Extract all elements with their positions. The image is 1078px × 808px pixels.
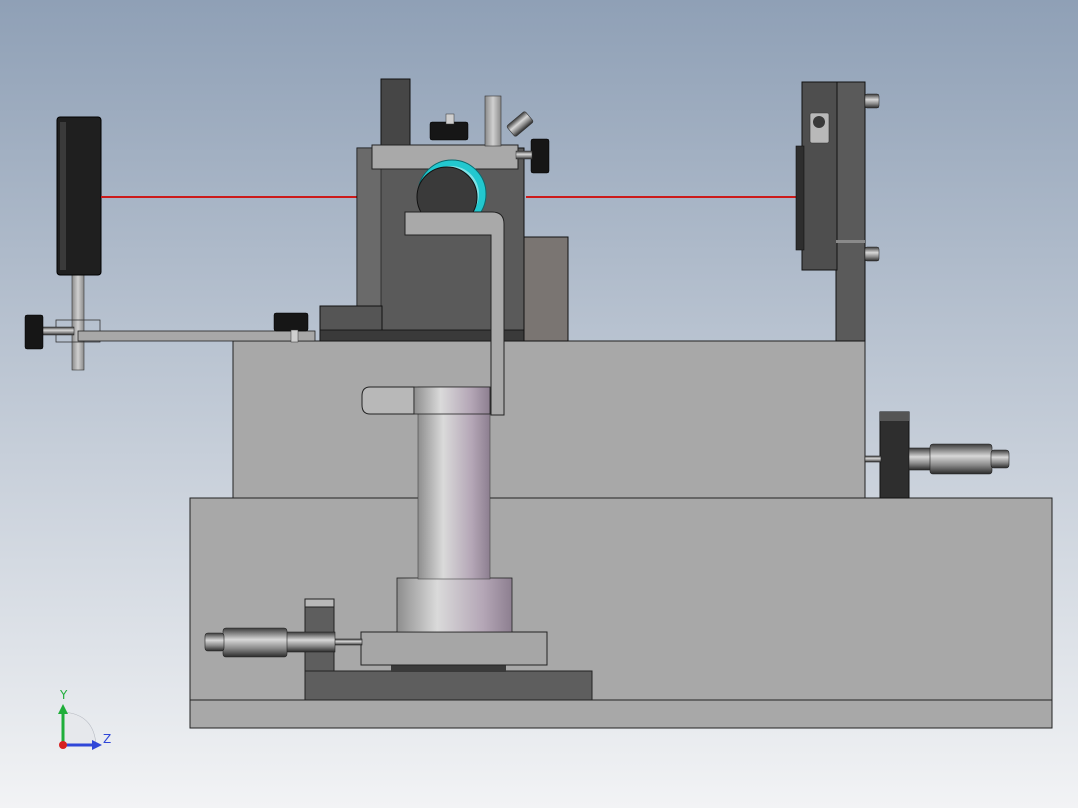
side-micrometer-bracket [879, 411, 910, 499]
target-divider [836, 240, 865, 243]
cad-viewport[interactable]: Y Z [0, 0, 1078, 808]
cylinder-post[interactable] [417, 386, 491, 580]
bottom-micrometer-sleeve [285, 631, 336, 653]
holder-side-plate [356, 147, 382, 309]
bottom-micrometer-ratchet [204, 632, 225, 652]
post-clamp-ring [413, 386, 491, 415]
bottom-stage-plate[interactable] [304, 670, 593, 701]
top-knob-left-shaft [445, 113, 455, 125]
arm-knob-right-shaft [290, 329, 299, 343]
target-cap-screw-head [813, 116, 825, 128]
post-clamp[interactable] [361, 386, 415, 415]
target-plate-face [795, 145, 805, 251]
bottom-stage-upright-cap [304, 598, 335, 608]
triad-z-label: Z [103, 732, 112, 746]
arm-screw-left-shaft [41, 326, 75, 336]
top-knob-left[interactable] [429, 121, 469, 141]
holder-back-tower [380, 78, 411, 150]
cylinder-post-base [396, 577, 513, 633]
arm-knob-right[interactable] [273, 312, 309, 332]
gauge-stem [71, 274, 85, 371]
side-knob-top[interactable] [530, 138, 550, 174]
target-pin-top [864, 93, 880, 109]
target-pin-bottom [864, 246, 880, 262]
side-micrometer-bracket-cap [880, 412, 909, 421]
side-micrometer-spindle [864, 455, 882, 463]
model-view[interactable] [0, 0, 1078, 808]
triad-y-label: Y [60, 688, 68, 702]
target-plate[interactable] [801, 81, 838, 271]
side-micrometer-sleeve [908, 447, 932, 471]
bottom-micrometer-spindle [333, 638, 363, 646]
triad-x-axis-dot [59, 741, 67, 749]
side-micrometer-ratchet [990, 449, 1010, 469]
bottom-micrometer-thimble [222, 627, 288, 658]
dial-gauge-highlight [60, 122, 66, 270]
bottom-stage-carriage[interactable] [360, 631, 548, 666]
horizontal-arm [77, 330, 316, 342]
target-post [835, 81, 866, 342]
upper-block[interactable] [232, 340, 866, 499]
holder-right-block [523, 236, 569, 342]
side-knob-top-shaft [515, 150, 533, 160]
arm-knob-left[interactable] [24, 314, 44, 350]
vertical-rod[interactable] [484, 95, 502, 147]
side-micrometer-thimble [929, 443, 993, 475]
